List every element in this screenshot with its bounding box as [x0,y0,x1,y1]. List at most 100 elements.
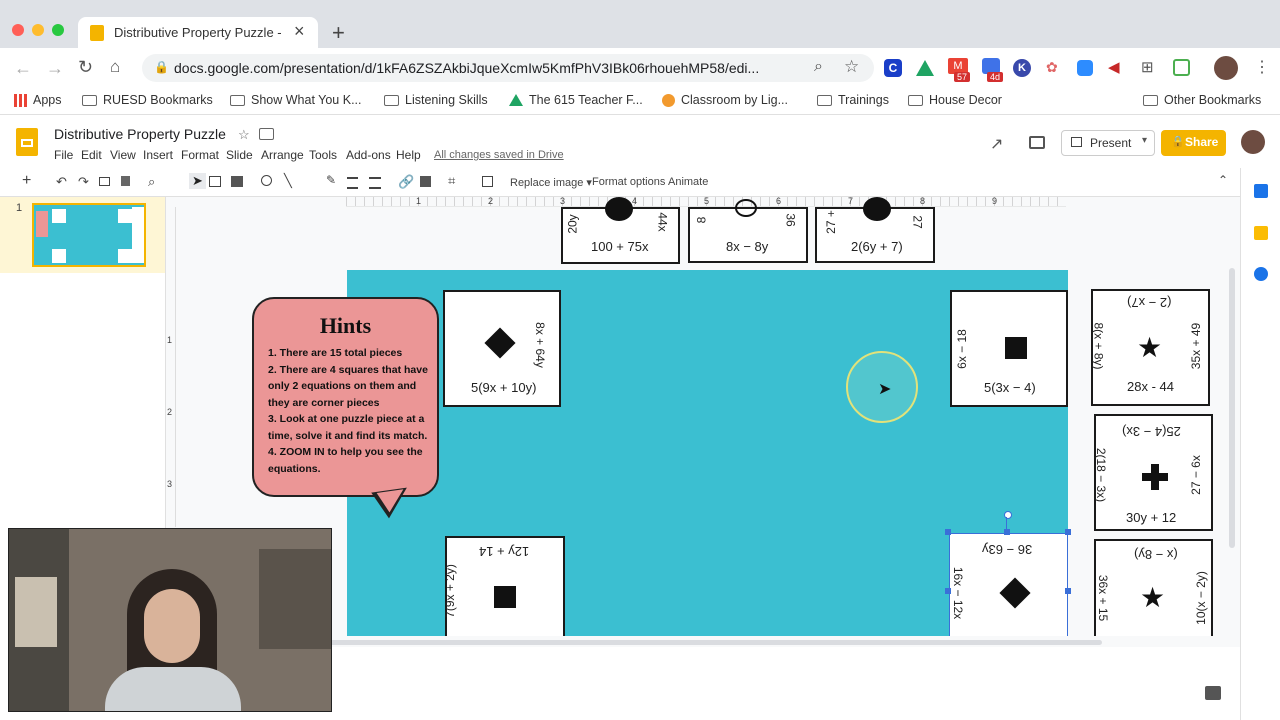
minimize-window-button[interactable] [32,24,44,36]
new-slide-icon[interactable]: + [22,172,31,190]
resize-handle[interactable] [1065,529,1071,535]
format-options-button[interactable]: Format options [592,176,665,188]
comments-icon[interactable] [1029,136,1045,149]
bookmark-other[interactable]: Other Bookmarks [1143,93,1261,107]
vertical-scrollbar[interactable] [1229,268,1235,548]
extension-c-icon[interactable]: C [884,59,902,77]
puzzle-piece-top-1[interactable]: 100 + 75x 20y 44x [561,197,680,264]
hints-bubble[interactable]: Hints 1. There are 15 total pieces 2. Th… [252,297,439,497]
zoom-extension-icon[interactable] [1077,60,1093,76]
menu-help[interactable]: Help [396,148,421,162]
move-folder-icon[interactable] [259,128,274,140]
home-icon[interactable]: ⌂ [110,57,120,77]
animate-button[interactable]: Animate [668,176,708,188]
slide-thumbnail[interactable] [32,203,146,267]
doc-title[interactable]: Distributive Property Puzzle [54,126,226,142]
save-status[interactable]: All changes saved in Drive [434,149,564,161]
puzzle-piece-7[interactable]: (x − 8y) ★ 36x + 15 10(x − 2y) [1094,539,1213,636]
bookmark-classroom[interactable]: Classroom by Lig... [662,93,788,107]
undo-icon[interactable]: ↶ [56,174,67,190]
profile-avatar[interactable] [1214,56,1238,80]
menu-edit[interactable]: Edit [81,148,102,162]
menu-format[interactable]: Format [181,148,219,162]
puzzle-piece-top-2[interactable]: 8x − 8y 8 36 [688,199,808,263]
puzzle-piece-top-3[interactable]: 2(6y + 7) 27 + 27 [815,197,935,263]
present-button[interactable]: Present ▾ [1061,130,1155,156]
present-dropdown-icon[interactable]: ▾ [1142,135,1147,146]
link-icon[interactable]: 🔗 [398,174,414,190]
border-dash-icon[interactable] [369,177,381,189]
menu-arrange[interactable]: Arrange [261,148,304,162]
puzzle-piece-5[interactable]: 12y + 14 7(9x + 2y) [443,536,565,636]
share-button[interactable]: 🔒 Share [1161,130,1226,156]
keep-icon[interactable] [1254,226,1268,240]
google-drive-icon[interactable] [916,60,934,76]
select-cursor-icon[interactable]: ➤ [189,173,206,189]
maximize-window-button[interactable] [52,24,64,36]
new-tab-button[interactable]: + [332,20,345,46]
menu-file[interactable]: File [54,148,73,162]
bookmark-ruesd[interactable]: RUESD Bookmarks [82,93,213,107]
line-icon[interactable]: ╲ [284,173,292,189]
reset-image-icon[interactable] [482,176,493,187]
close-window-button[interactable] [12,24,24,36]
bookmark-apps[interactable]: Apps [14,93,62,107]
explore-icon[interactable] [1205,686,1221,700]
back-icon[interactable]: ← [14,58,32,79]
resize-handle[interactable] [945,588,951,594]
shape-icon[interactable] [261,175,272,186]
border-color-icon[interactable]: ✎ [326,173,336,187]
puzzle-piece-1[interactable]: 5(9x + 10y) 8x + 64y [443,290,561,407]
bookmark-615-teacher[interactable]: The 615 Teacher F... [509,93,643,107]
menu-slide[interactable]: Slide [226,148,253,162]
zoom-tool-icon[interactable]: ⌕ [148,174,155,190]
account-avatar[interactable] [1241,130,1265,154]
extension-k-icon[interactable]: K [1013,59,1031,77]
extension-puzzle-icon[interactable]: ✿ [1046,59,1058,76]
crop-icon[interactable]: ⌗ [448,173,455,189]
puzzle-piece-3[interactable]: (2 − x7) ★ 28x - 44 8(x + 8y) 35x + 49 [1091,289,1210,406]
browser-tab[interactable]: Distributive Property Puzzle - G × [78,17,318,48]
forward-icon[interactable]: → [46,58,64,79]
puzzle-piece-2[interactable]: 5(3x − 4) 6x − 18 [950,290,1068,407]
print-icon[interactable] [99,177,110,186]
reload-icon[interactable]: ↻ [78,57,93,78]
resize-handle[interactable] [1004,529,1010,535]
activity-icon[interactable]: ↗ [990,134,1003,154]
menu-insert[interactable]: Insert [143,148,173,162]
horizontal-scrollbar[interactable] [330,640,1102,645]
close-tab-button[interactable]: × [294,21,305,42]
slides-logo-icon[interactable] [16,128,38,156]
collapse-toolbar-icon[interactable]: ⌃ [1218,173,1228,187]
address-bar[interactable]: 🔒 docs.google.com/presentation/d/1kFA6ZS… [142,54,874,82]
star-icon[interactable]: ☆ [238,127,250,143]
bookmark-show-what[interactable]: Show What You K... [230,93,362,107]
zoom-icon[interactable]: ⌕ [814,58,823,76]
image-icon[interactable] [231,176,243,187]
bookmark-house-decor[interactable]: House Decor [908,93,1002,107]
bookmark-listening[interactable]: Listening Skills [384,93,488,107]
paint-format-icon[interactable] [121,176,130,186]
border-weight-icon[interactable] [347,177,358,189]
puzzle-piece-4[interactable]: 25(4 − 3x) 30y + 12 2(18 − 3x) 27 − 6x [1094,414,1213,531]
textbox-icon[interactable] [209,176,221,187]
menu-view[interactable]: View [110,148,136,162]
replace-image-button[interactable]: Replace image ▾ [510,176,592,189]
comment-add-icon[interactable] [420,176,431,187]
screencastify-icon[interactable]: ◀ [1108,58,1120,76]
bookmark-star-icon[interactable]: ☆ [844,57,859,77]
calendar-icon[interactable] [1254,184,1268,198]
extension-check-icon[interactable] [1173,59,1190,76]
menu-tools[interactable]: Tools [309,148,337,162]
bookmark-trainings[interactable]: Trainings [817,93,889,107]
redo-icon[interactable]: ↷ [78,174,89,190]
piece-equation: 8(x + 8y) [1091,322,1106,370]
resize-handle[interactable] [945,529,951,535]
tasks-icon[interactable] [1254,267,1268,281]
menu-addons[interactable]: Add-ons [346,148,391,162]
chrome-menu-icon[interactable]: ⋮ [1254,57,1270,77]
puzzle-piece-6-selected[interactable]: 36 − 63y 16x − 12x [949,533,1068,636]
extensions-grid-icon[interactable]: ⊞ [1141,58,1154,76]
ruler-mark: 8 [920,196,926,206]
resize-handle[interactable] [1065,588,1071,594]
